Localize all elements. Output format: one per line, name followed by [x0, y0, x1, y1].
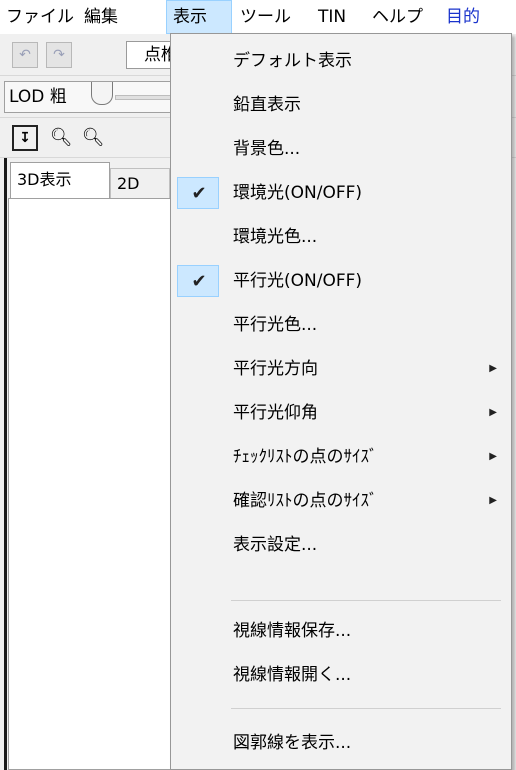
- menu-item-label: 鉛直表示: [233, 95, 301, 115]
- app-window: ファイル 編集 表示 ツール TIN ヘルプ 目的 ↶ ↷ 点椎 LOD 粗 ↧…: [0, 0, 516, 770]
- lod-panel: LOD 粗: [4, 81, 177, 113]
- menu-item-label: 確認ﾘｽﾄの点のｻｲｽﾞ: [233, 491, 378, 511]
- lod-slider-thumb[interactable]: [91, 82, 113, 105]
- menu-item-show-frame-lines[interactable]: 図郭線を表示...: [173, 724, 509, 762]
- menu-item-parallel-light-color[interactable]: 平行光色...: [173, 306, 509, 344]
- jump-icon: ↧: [19, 130, 31, 146]
- menu-target[interactable]: 目的: [440, 0, 486, 34]
- menu-tools[interactable]: ツール: [234, 0, 297, 34]
- jump-button[interactable]: ↧: [12, 125, 38, 151]
- submenu-arrow-icon: ▶: [489, 495, 497, 506]
- menu-item-label: 平行光色...: [233, 315, 318, 335]
- menu-file[interactable]: ファイル: [0, 0, 80, 34]
- menu-help[interactable]: ヘルプ: [366, 0, 429, 34]
- submenu-arrow-icon: ▶: [489, 363, 497, 374]
- tab-3d-view[interactable]: 3D表示: [10, 162, 110, 198]
- redo-button[interactable]: ↷: [46, 42, 72, 68]
- view-menu-dropdown: デフォルト表示 鉛直表示 背景色... ✔ 環境光(ON/OFF) 環境光色..…: [170, 33, 512, 770]
- check-indicator: ✔: [177, 177, 219, 209]
- checkmark-icon: ✔: [191, 271, 207, 292]
- undo-icon: ↶: [19, 47, 31, 63]
- menu-item-label: 平行光方向: [233, 359, 318, 379]
- redo-icon: ↷: [53, 47, 65, 63]
- menu-item-ambient-light-toggle[interactable]: ✔ 環境光(ON/OFF): [173, 174, 509, 212]
- menu-item-open-view-info[interactable]: 視線情報開く...: [173, 656, 509, 694]
- menu-item-confirm-list-point-size[interactable]: 確認ﾘｽﾄの点のｻｲｽﾞ ▶: [173, 482, 509, 520]
- lod-slider-track[interactable]: [115, 95, 177, 100]
- menu-item-parallel-light-direction[interactable]: 平行光方向 ▶: [173, 350, 509, 388]
- menu-item-background-color[interactable]: 背景色...: [173, 130, 509, 168]
- submenu-arrow-icon: ▶: [489, 407, 497, 418]
- menu-item-label: 環境光(ON/OFF): [233, 183, 363, 203]
- tab-2d-view[interactable]: 2D: [110, 168, 170, 198]
- window-edge: [4, 158, 7, 770]
- submenu-arrow-icon: ▶: [489, 451, 497, 462]
- menu-edit[interactable]: 編集: [78, 0, 124, 34]
- menu-item-label: 視線情報保存...: [233, 621, 352, 641]
- menu-item-label: 平行光仰角: [233, 403, 318, 423]
- menu-separator: [231, 600, 501, 601]
- menu-item-parallel-light-elevation[interactable]: 平行光仰角 ▶: [173, 394, 509, 432]
- menu-view[interactable]: 表示: [166, 0, 232, 34]
- lod-label: LOD 粗: [9, 87, 67, 107]
- menu-item-label: 背景色...: [233, 139, 301, 159]
- menu-separator: [231, 708, 501, 709]
- check-indicator: ✔: [177, 265, 219, 297]
- zoom-in-button[interactable]: 🔍︎: [80, 125, 106, 151]
- menu-item-label: ﾁｪｯｸﾘｽﾄの点のｻｲｽﾞ: [233, 447, 378, 467]
- menu-item-save-view-info[interactable]: 視線情報保存...: [173, 612, 509, 650]
- menubar: ファイル 編集 表示 ツール TIN ヘルプ 目的: [0, 0, 516, 35]
- menu-item-label: 環境光色...: [233, 227, 318, 247]
- menu-item-vertical-view[interactable]: 鉛直表示: [173, 86, 509, 124]
- menu-item-label: 表示設定...: [233, 535, 318, 555]
- menu-item-display-settings[interactable]: 表示設定...: [173, 526, 509, 564]
- menu-item-label: 図郭線を表示...: [233, 733, 352, 753]
- menu-item-parallel-light-toggle[interactable]: ✔ 平行光(ON/OFF): [173, 262, 509, 300]
- zoom-out-icon: 🔍︎: [49, 127, 73, 148]
- checkmark-icon: ✔: [191, 183, 207, 204]
- menu-item-label: 視線情報開く...: [233, 665, 352, 685]
- menu-item-ambient-light-color[interactable]: 環境光色...: [173, 218, 509, 256]
- menu-item-default-view[interactable]: デフォルト表示: [173, 42, 509, 80]
- undo-button[interactable]: ↶: [12, 42, 38, 68]
- menu-item-label: 平行光(ON/OFF): [233, 271, 363, 291]
- zoom-in-icon: 🔍︎: [81, 127, 105, 148]
- menu-item-checklist-point-size[interactable]: ﾁｪｯｸﾘｽﾄの点のｻｲｽﾞ ▶: [173, 438, 509, 476]
- menu-item-label: デフォルト表示: [233, 51, 352, 71]
- zoom-out-button[interactable]: 🔍︎: [48, 125, 74, 151]
- menu-tin[interactable]: TIN: [312, 0, 352, 34]
